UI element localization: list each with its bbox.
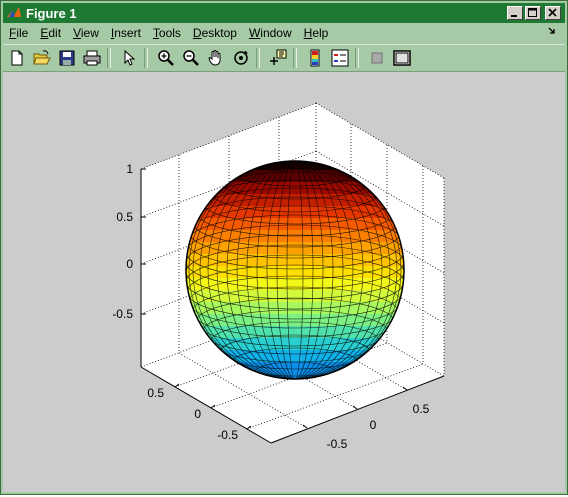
menu-help-label: elp [312,26,329,40]
z-tick-label: 0.5 [116,210,133,224]
menu-edit[interactable]: Edit [34,24,67,42]
z-tick-label: 0 [126,257,133,271]
edit-plot-button[interactable] [118,47,140,69]
matlab-logo-icon [6,5,22,21]
menu-window[interactable]: Window [243,24,298,42]
menu-window-mnemonic: W [248,26,261,40]
window-title: Figure 1 [26,5,77,21]
new-figure-button[interactable] [6,47,28,69]
menu-help-mnemonic: H [303,26,313,40]
menu-edit-label: dit [48,26,62,40]
toolbar-separator [293,48,297,68]
insert-legend-button[interactable] [329,47,351,69]
arrow-pointer-icon [124,50,136,66]
close-button[interactable] [545,6,561,20]
y-tick-label: -0.5 [327,437,348,451]
print-button[interactable] [81,47,103,69]
y-tick-label: 0 [370,418,377,432]
floppy-disk-icon [59,50,75,66]
z-tick-label: -0.5 [112,307,133,321]
show-plot-tools-button[interactable] [391,47,413,69]
z-tick-label: 1 [126,162,133,176]
x-tick-label: 0.5 [147,386,164,400]
toolbar-separator [107,48,111,68]
maximize-button[interactable] [525,6,541,20]
rotate-3d-button[interactable] [230,47,252,69]
x-tick-label: 0 [194,407,201,421]
legend-icon [331,49,349,67]
show-plot-tools-icon [393,50,411,66]
menu-file[interactable]: File [3,24,34,42]
data-cursor-icon [270,49,287,65]
x-tick-label: -0.5 [217,428,238,442]
menu-insert[interactable]: Insert [105,24,147,42]
menu-desktop-label: esktop [201,26,237,40]
menu-window-label: indow [260,26,292,40]
zoom-in-button[interactable] [155,47,177,69]
dock-arrow-icon[interactable] [547,26,557,36]
insert-colorbar-button[interactable] [304,47,326,69]
toolbar-separator [144,48,148,68]
printer-icon [83,50,101,66]
menu-insert-label: nsert [114,26,141,40]
colorbar-icon [310,49,320,67]
zoom-out-icon [183,50,199,66]
menu-view-label: iew [80,26,99,40]
hand-icon [208,50,221,66]
menu-file-label: ile [16,26,29,40]
open-folder-icon [33,50,51,65]
figure-canvas[interactable]: 1 0.5 0 -0.5 0.5 0 -0.5 -0.5 0 0.5 [3,72,565,492]
sphere-plot[interactable]: 1 0.5 0 -0.5 0.5 0 -0.5 -0.5 0 0.5 [3,72,565,492]
new-document-icon [11,50,23,66]
hide-plot-tools-button[interactable] [366,47,388,69]
save-button[interactable] [56,47,78,69]
menu-view-mnemonic: V [73,26,81,40]
menu-desktop[interactable]: Desktop [187,24,243,42]
y-tick-label: 0.5 [413,402,430,416]
pan-button[interactable] [205,47,227,69]
menu-tools[interactable]: Tools [147,24,187,42]
menu-desktop-mnemonic: D [192,26,202,40]
minimize-button[interactable] [507,6,523,20]
title-bar[interactable]: Figure 1 [3,3,565,23]
minimize-icon [511,15,517,17]
menu-view[interactable]: View [67,24,105,42]
open-file-button[interactable] [31,47,53,69]
rotate-3d-icon [234,50,248,65]
data-cursor-button[interactable] [267,47,289,69]
hide-plot-tools-icon [371,52,383,64]
figure-toolbar [3,44,565,72]
toolbar-separator [256,48,260,68]
menu-tools-label: ools [158,26,181,40]
toolbar-separator [355,48,359,68]
zoom-in-icon [158,50,174,66]
menu-help[interactable]: Help [298,24,335,42]
zoom-out-button[interactable] [180,47,202,69]
figure-window: Figure 1 File Edit View Insert Tools Des… [0,0,568,495]
maximize-icon [528,8,537,17]
menu-bar: File Edit View Insert Tools Desktop Wind… [3,23,565,43]
close-icon [548,8,557,17]
